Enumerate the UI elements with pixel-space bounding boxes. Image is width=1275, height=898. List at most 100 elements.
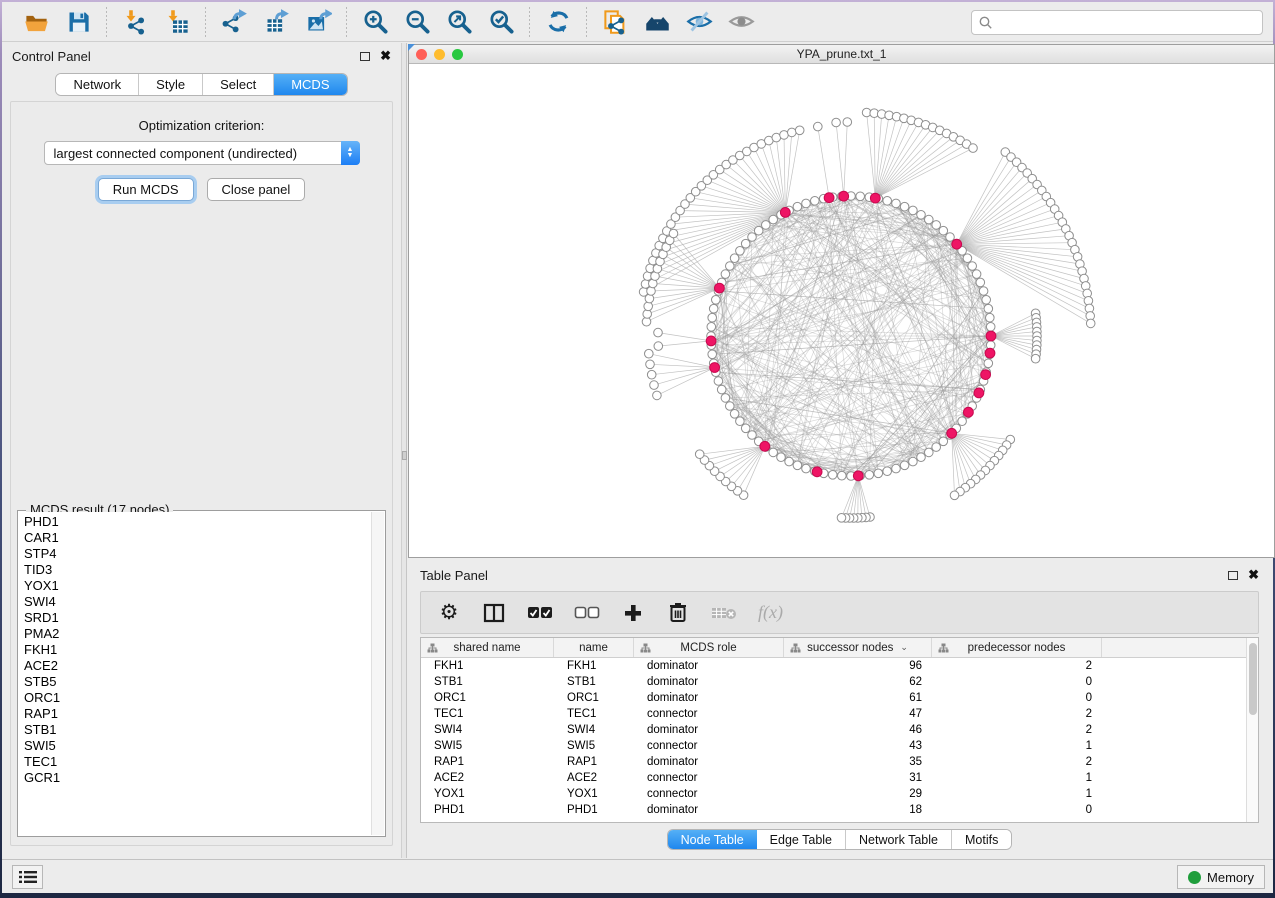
table-cell: 1 (932, 788, 1102, 800)
tab-motifs[interactable]: Motifs (952, 830, 1011, 849)
status-bar: Memory (2, 859, 1273, 893)
hide-graphics-details-button[interactable] (683, 6, 715, 38)
zoom-selected-button[interactable] (485, 6, 517, 38)
gear-button[interactable]: ⚙ (437, 600, 461, 626)
mcds-result-item[interactable]: PMA2 (19, 626, 371, 642)
table-cell: 46 (784, 724, 932, 736)
show-graphics-details-button[interactable] (725, 6, 757, 38)
zoom-out-button[interactable] (401, 6, 433, 38)
import-table-button[interactable] (161, 6, 193, 38)
node-table[interactable]: shared name name MCDS role successor node… (420, 637, 1259, 823)
mcds-result-item[interactable]: YOX1 (19, 578, 371, 594)
mcds-result-scrollbar[interactable] (371, 512, 384, 835)
zoom-fit-icon (446, 8, 473, 35)
close-panel-icon[interactable]: ✖ (380, 51, 391, 61)
mcds-result-item[interactable]: GCR1 (19, 770, 371, 786)
gear-icon: ⚙ (440, 603, 459, 623)
table-scrollbar[interactable] (1246, 638, 1258, 822)
tab-style[interactable]: Style (139, 74, 203, 95)
column-header-name[interactable]: name (554, 638, 634, 657)
table-row[interactable]: SWI4SWI4dominator462 (421, 722, 1258, 738)
mcds-result-item[interactable]: STB1 (19, 722, 371, 738)
memory-button[interactable]: Memory (1177, 865, 1265, 889)
new-network-from-selection-button[interactable] (599, 6, 631, 38)
column-header-predecessor-nodes[interactable]: predecessor nodes (932, 638, 1102, 657)
table-cell: SWI5 (421, 740, 554, 752)
mcds-result-list[interactable]: PHD1CAR1STP4TID3YOX1SWI4SRD1PMA2FKH1ACE2… (19, 512, 371, 835)
mcds-result-item[interactable]: ORC1 (19, 690, 371, 706)
delete-table-button (711, 600, 737, 626)
network-window-titlebar[interactable]: YPA_prune.txt_1 (409, 45, 1274, 64)
table-row[interactable]: ORC1ORC1dominator610 (421, 690, 1258, 706)
mcds-result-item[interactable]: RAP1 (19, 706, 371, 722)
mcds-result-item[interactable]: SWI5 (19, 738, 371, 754)
panel-splitter[interactable] (401, 43, 407, 858)
network-canvas[interactable] (409, 64, 1274, 557)
zoom-in-button[interactable] (359, 6, 391, 38)
close-panel-button[interactable]: Close panel (207, 178, 306, 201)
attribute-type-icon (790, 643, 801, 653)
open-file-button[interactable] (20, 6, 52, 38)
mcds-result-item[interactable]: PHD1 (19, 514, 371, 530)
export-image-button[interactable] (302, 6, 334, 38)
column-header-successor-nodes[interactable]: successor nodes⌄ (784, 638, 932, 657)
delete-table-icon (711, 605, 737, 621)
memory-label: Memory (1207, 870, 1254, 885)
search-input[interactable] (994, 16, 1262, 30)
delete-column-button[interactable] (666, 600, 690, 626)
table-row[interactable]: SWI5SWI5connector431 (421, 738, 1258, 754)
optimization-criterion-value: largest connected component (undirected) (45, 146, 341, 161)
tab-network-table[interactable]: Network Table (846, 830, 952, 849)
tab-edge-table[interactable]: Edge Table (757, 830, 846, 849)
mcds-result-item[interactable]: SRD1 (19, 610, 371, 626)
column-selector-icon (483, 603, 505, 623)
tab-select[interactable]: Select (203, 74, 274, 95)
mcds-result-item[interactable]: FKH1 (19, 642, 371, 658)
float-panel-icon[interactable] (360, 52, 370, 61)
deselect-all-checkboxes-button[interactable] (574, 600, 600, 626)
export-table-icon (263, 8, 290, 35)
table-row[interactable]: RAP1RAP1dominator352 (421, 754, 1258, 770)
apply-preferred-layout-button[interactable] (542, 6, 574, 38)
column-label: name (579, 642, 608, 654)
table-row[interactable]: ACE2ACE2connector311 (421, 770, 1258, 786)
mcds-result-item[interactable]: STB5 (19, 674, 371, 690)
run-mcds-button[interactable]: Run MCDS (98, 178, 194, 201)
table-scrollbar-thumb[interactable] (1249, 643, 1257, 715)
column-selector-button[interactable] (482, 600, 506, 626)
import-network-button[interactable] (119, 6, 151, 38)
tab-network[interactable]: Network (56, 74, 139, 95)
float-table-panel-icon[interactable] (1228, 571, 1238, 580)
zoom-fit-button[interactable] (443, 6, 475, 38)
table-row[interactable]: PHD1PHD1dominator180 (421, 802, 1258, 818)
table-row[interactable]: STB1STB1dominator620 (421, 674, 1258, 690)
column-header-shared-name[interactable]: shared name (421, 638, 554, 657)
table-cell: dominator (634, 660, 784, 672)
mcds-result-item[interactable]: SWI4 (19, 594, 371, 610)
task-history-button[interactable] (12, 865, 43, 889)
table-row[interactable]: TEC1TEC1connector472 (421, 706, 1258, 722)
search-box[interactable] (971, 10, 1263, 35)
tab-mcds[interactable]: MCDS (274, 74, 346, 95)
mcds-result-item[interactable]: TID3 (19, 562, 371, 578)
table-panel-header: Table Panel ✖ (408, 563, 1271, 587)
add-column-button[interactable] (621, 600, 645, 626)
save-session-button[interactable] (62, 6, 94, 38)
splitter-grip[interactable] (402, 451, 407, 460)
optimization-criterion-select[interactable]: largest connected component (undirected)… (44, 141, 360, 165)
mcds-result-item[interactable]: CAR1 (19, 530, 371, 546)
mcds-result-item[interactable]: TEC1 (19, 754, 371, 770)
table-cell: 47 (784, 708, 932, 720)
table-row[interactable]: FKH1FKH1dominator962 (421, 658, 1258, 674)
first-neighbors-button[interactable] (641, 6, 673, 38)
mcds-result-item[interactable]: ACE2 (19, 658, 371, 674)
tab-node-table[interactable]: Node Table (668, 830, 757, 849)
column-header-MCDS-role[interactable]: MCDS role (634, 638, 784, 657)
focus-corner-marker (408, 44, 415, 51)
select-all-checkboxes-button[interactable] (527, 600, 553, 626)
export-network-button[interactable] (218, 6, 250, 38)
close-table-panel-icon[interactable]: ✖ (1248, 570, 1259, 580)
export-table-button[interactable] (260, 6, 292, 38)
table-row[interactable]: YOX1YOX1connector291 (421, 786, 1258, 802)
mcds-result-item[interactable]: STP4 (19, 546, 371, 562)
